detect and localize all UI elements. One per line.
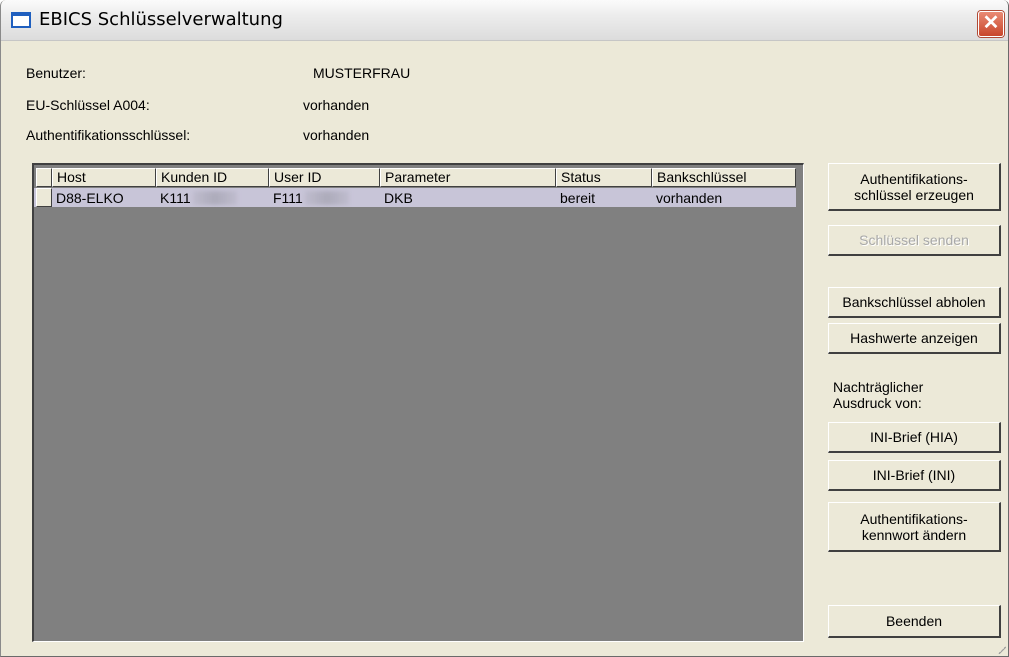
redacted-mask	[304, 191, 349, 205]
column-header-status[interactable]: Status	[556, 168, 652, 187]
header-corner	[36, 168, 52, 187]
close-button[interactable]: ✕	[978, 11, 1004, 37]
redacted-mask	[192, 191, 237, 205]
close-icon: ✕	[982, 12, 1000, 34]
resize-grip-icon[interactable]	[996, 644, 1006, 654]
host-list[interactable]: Host Kunden ID User ID Parameter Status …	[32, 163, 804, 642]
change-auth-password-label-2: kennwort ändern	[861, 526, 967, 543]
cell-kunden-id: K111	[156, 189, 237, 207]
create-auth-key-button[interactable]: Authentifikations- schlüssel erzeugen	[828, 163, 1001, 211]
ini-letter-ini-button[interactable]: INI-Brief (INI)	[828, 460, 1001, 491]
title-bar[interactable]: EBICS Schlüsselverwaltung ✕	[1, 0, 1008, 41]
column-header-bankschluessel[interactable]: Bankschlüssel	[652, 168, 796, 187]
cell-user-id: F111	[269, 189, 349, 207]
create-auth-key-label-1: Authentifikations-	[860, 170, 968, 187]
send-keys-button[interactable]: Schlüssel senden	[828, 225, 1001, 256]
window-icon	[11, 12, 31, 28]
auth-key-value: vorhanden	[303, 127, 370, 143]
cell-parameter: DKB	[384, 190, 413, 206]
fetch-bank-keys-button[interactable]: Bankschlüssel abholen	[828, 287, 1001, 318]
print-later-label-1: Nachträglicher	[833, 379, 924, 395]
ini-letter-hia-button[interactable]: INI-Brief (HIA)	[828, 422, 1001, 453]
auth-key-label: Authentifikationsschlüssel:	[26, 127, 191, 143]
row-selector[interactable]	[36, 188, 52, 207]
change-auth-password-label-1: Authentifikations-	[860, 510, 968, 527]
cell-status: bereit	[560, 190, 596, 206]
eu-key-value: vorhanden	[303, 97, 370, 113]
column-header-host[interactable]: Host	[52, 168, 156, 187]
print-later-label-2: Ausdruck von:	[833, 395, 922, 411]
change-auth-password-button[interactable]: Authentifikations- kennwort ändern	[828, 502, 1001, 552]
cell-host: D88-ELKO	[56, 190, 124, 206]
user-label: Benutzer:	[26, 65, 86, 81]
cell-bankschluessel: vorhanden	[656, 190, 723, 206]
column-header-parameter[interactable]: Parameter	[380, 168, 556, 187]
create-auth-key-label-2: schlüssel erzeugen	[854, 186, 974, 203]
column-header-kunden-id[interactable]: Kunden ID	[156, 168, 269, 187]
user-value: MUSTERFRAU	[313, 65, 411, 81]
window-title: EBICS Schlüsselverwaltung	[39, 9, 283, 30]
key-management-window: EBICS Schlüsselverwaltung ✕ Benutzer: MU…	[0, 0, 1009, 657]
show-hashes-button[interactable]: Hashwerte anzeigen	[828, 323, 1001, 354]
column-header-user-id[interactable]: User ID	[269, 168, 380, 187]
eu-key-label: EU-Schlüssel A004:	[26, 97, 150, 113]
quit-button[interactable]: Beenden	[828, 605, 1001, 638]
